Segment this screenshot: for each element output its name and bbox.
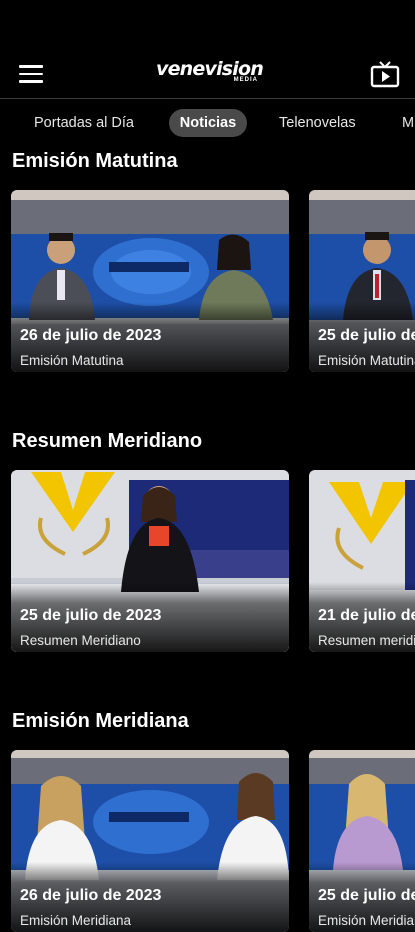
tab-telenovelas[interactable]: Telenovelas xyxy=(279,109,356,137)
section-title-emision-meridiana: Emisión Meridiana xyxy=(12,710,189,732)
menu-bar xyxy=(19,80,43,83)
video-card[interactable]: 21 de julio de 2023 Resumen meridiano xyxy=(309,470,415,652)
venevision-logo[interactable]: venevision MEDIA xyxy=(156,58,264,86)
section-title-emision-matutina: Emisión Matutina xyxy=(12,150,178,172)
logo-subtext: MEDIA xyxy=(233,77,258,83)
tab-more[interactable]: M xyxy=(402,109,414,137)
video-card[interactable]: 26 de julio de 2023 Emisión Meridiana xyxy=(11,750,289,932)
card-date: 25 de julio de 2023 xyxy=(318,887,415,904)
card-subtitle: Emisión Meridiana xyxy=(318,913,415,928)
video-card[interactable]: 26 de julio de 2023 Emisión Matutina xyxy=(11,190,289,372)
card-date: 26 de julio de 2023 xyxy=(20,327,162,344)
menu-button[interactable] xyxy=(19,65,43,83)
card-date: 21 de julio de 2023 xyxy=(318,607,415,624)
video-card[interactable]: 25 de julio de 2023 Emisión Matutina xyxy=(309,190,415,372)
card-date: 26 de julio de 2023 xyxy=(20,887,162,904)
app-header: venevision MEDIA xyxy=(0,0,415,99)
tv-button[interactable] xyxy=(370,59,400,89)
card-subtitle: Emisión Matutina xyxy=(20,353,124,368)
card-subtitle: Resumen meridiano xyxy=(318,633,415,648)
tab-noticias[interactable]: Noticias xyxy=(169,109,247,137)
tab-portadas[interactable]: Portadas al Día xyxy=(34,109,134,137)
tv-icon xyxy=(370,61,400,88)
section-title-resumen-meridiano: Resumen Meridiano xyxy=(12,430,203,452)
card-date: 25 de julio de 2023 xyxy=(20,607,162,624)
card-subtitle: Emisión Matutina xyxy=(318,353,415,368)
video-card[interactable]: 25 de julio de 2023 Resumen Meridiano xyxy=(11,470,289,652)
menu-bar xyxy=(19,72,43,75)
card-subtitle: Emisión Meridiana xyxy=(20,913,132,928)
card-subtitle: Resumen Meridiano xyxy=(20,633,141,648)
menu-bar xyxy=(19,65,43,68)
category-tabs: Portadas al Día Noticias Telenovelas M xyxy=(0,106,415,140)
card-date: 25 de julio de 2023 xyxy=(318,327,415,344)
video-card[interactable]: 25 de julio de 2023 Emisión Meridiana xyxy=(309,750,415,932)
